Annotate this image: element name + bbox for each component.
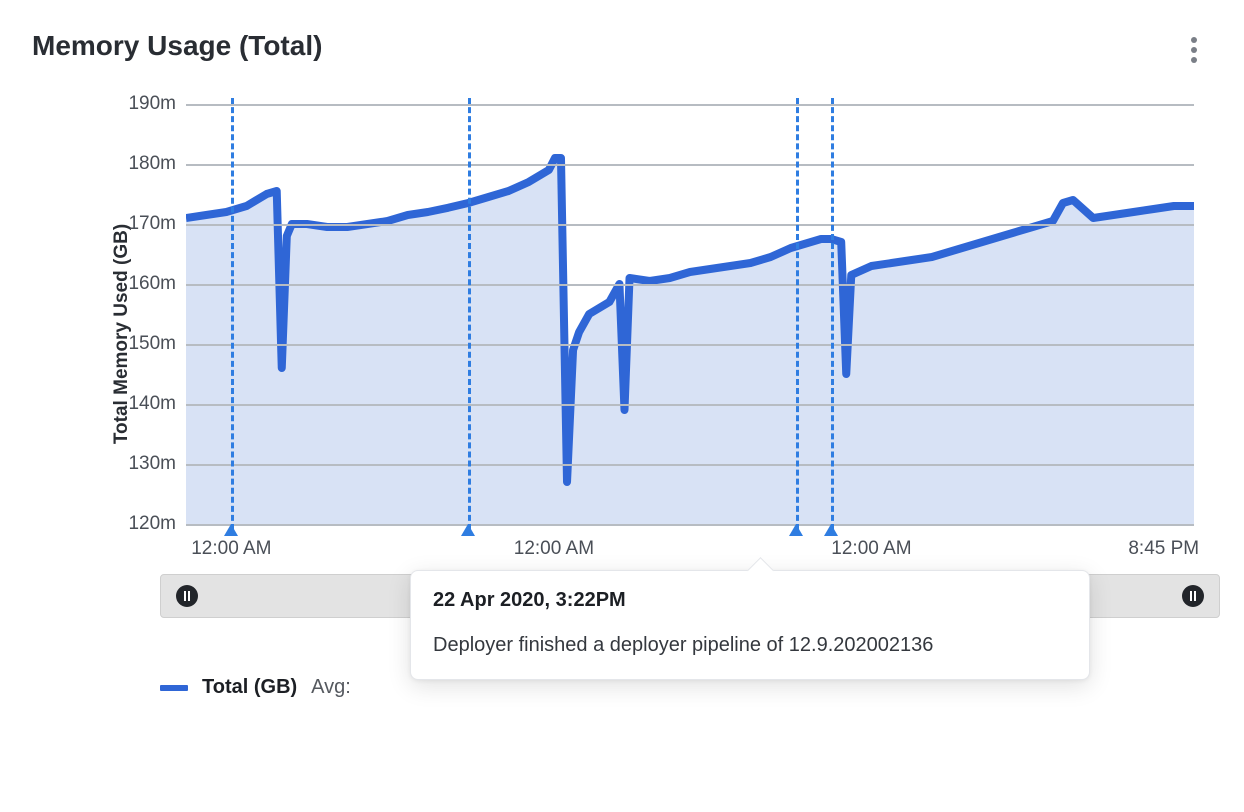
y-tick-label: 120m [128, 513, 176, 535]
y-tick-label: 160m [128, 273, 176, 295]
panel-title: Memory Usage (Total) [32, 30, 322, 62]
y-tick-label: 130m [128, 453, 176, 475]
event-marker-line[interactable] [231, 98, 234, 530]
grid-line [186, 404, 1194, 406]
event-marker-icon[interactable] [224, 524, 238, 536]
chart-area-wrap: Total Memory Used (GB) 120m130m140m150m1… [26, 104, 1218, 564]
x-tick-label: 12:00 AM [514, 538, 594, 560]
chart-legend: Total (GB) Avg: [160, 676, 351, 699]
event-marker-icon[interactable] [461, 524, 475, 536]
event-marker-line[interactable] [796, 98, 799, 530]
panel-header: Memory Usage (Total) [26, 30, 1218, 70]
y-tick-label: 180m [128, 153, 176, 175]
event-marker-icon[interactable] [789, 524, 803, 536]
y-tick-label: 150m [128, 333, 176, 355]
grid-line [186, 164, 1194, 166]
legend-avg-label: Avg: [311, 676, 351, 699]
grid-line [186, 464, 1194, 466]
legend-swatch [160, 685, 188, 691]
brush-handle-right[interactable] [1182, 585, 1204, 607]
y-tick-label: 170m [128, 213, 176, 235]
grid-line [186, 104, 1194, 106]
panel-menu-button[interactable] [1180, 30, 1208, 70]
y-tick-label: 190m [128, 93, 176, 115]
event-tooltip: 22 Apr 2020, 3:22PM Deployer finished a … [410, 570, 1090, 680]
grid-line [186, 284, 1194, 286]
event-marker-line[interactable] [831, 98, 834, 530]
x-tick-label: 12:00 AM [191, 538, 271, 560]
legend-series-name: Total (GB) [202, 676, 297, 699]
tooltip-message: Deployer finished a deployer pipeline of… [433, 634, 1067, 657]
chart-plot[interactable]: 120m130m140m150m160m170m180m190m12:00 AM… [186, 104, 1194, 524]
grid-line [186, 344, 1194, 346]
x-tick-label: 12:00 AM [831, 538, 911, 560]
brush-handle-left[interactable] [176, 585, 198, 607]
event-marker-line[interactable] [468, 98, 471, 530]
chart-panel: Memory Usage (Total) Total Memory Used (… [0, 0, 1244, 812]
grid-line [186, 524, 1194, 526]
grid-line [186, 224, 1194, 226]
tooltip-timestamp: 22 Apr 2020, 3:22PM [433, 589, 1067, 612]
event-marker-icon[interactable] [824, 524, 838, 536]
y-tick-label: 140m [128, 393, 176, 415]
x-tick-label: 8:45 PM [1128, 538, 1199, 560]
chart-series-area [186, 104, 1194, 524]
